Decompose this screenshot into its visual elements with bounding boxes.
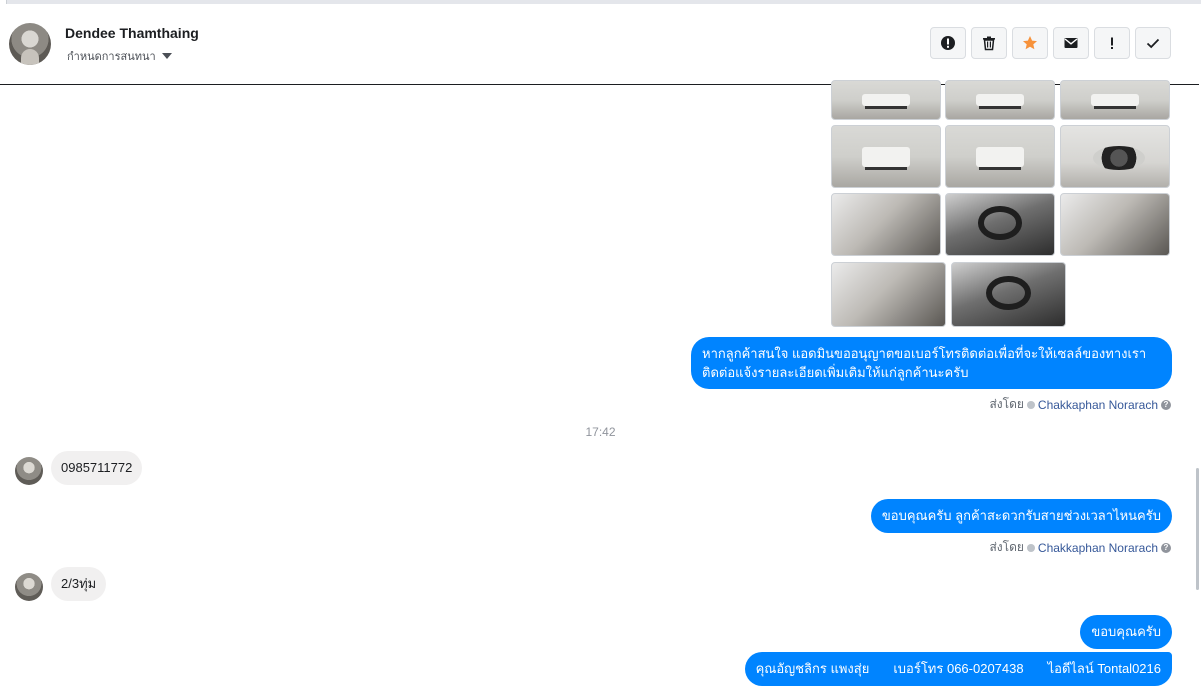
contact-avatar[interactable] xyxy=(9,23,51,65)
vehicle-photo[interactable] xyxy=(831,193,941,256)
conversation-label-text: กำหนดการสนทนา xyxy=(67,51,156,63)
phone-number-text: เบอร์โทร 066-0207438 xyxy=(893,661,1024,676)
vehicle-photo[interactable] xyxy=(945,125,1055,188)
agent-link[interactable]: Chakkaphan Norarach xyxy=(1038,398,1158,412)
sent-by-info: ส่งโดย Chakkaphan Norarach ? xyxy=(989,538,1171,557)
envelope-icon xyxy=(1064,38,1078,48)
incoming-message[interactable]: 2/3ทุ่ม xyxy=(51,567,107,601)
verified-icon xyxy=(1026,400,1035,409)
vehicle-photo[interactable] xyxy=(1060,125,1170,188)
message-line: ติดต่อแจ้งรายละเอียดเพิ่มเติมให้แก่ลูกค้… xyxy=(702,365,969,380)
outgoing-message[interactable]: คุณอัญชลิกร แพงสุ่ย เบอร์โทร 066-0207438… xyxy=(744,652,1172,686)
help-icon[interactable]: ? xyxy=(1161,399,1171,410)
agent-link[interactable]: Chakkaphan Norarach xyxy=(1038,541,1158,555)
message-thread[interactable]: หากลูกค้าสนใจ แอดมินขออนุญาตขอเบอร์โทรติ… xyxy=(0,80,1201,697)
alert-circle-icon xyxy=(941,36,955,50)
conversation-header: Dendee Thamthaing กำหนดการสนทนา xyxy=(0,4,1199,85)
conversation-toolbar xyxy=(930,27,1171,59)
sent-by-info: ส่งโดย Chakkaphan Norarach ? xyxy=(989,395,1171,414)
vehicle-photo[interactable] xyxy=(1060,80,1170,120)
spam-button[interactable] xyxy=(930,27,966,59)
message-timestamp: 17:42 xyxy=(585,425,616,439)
caret-down-icon xyxy=(161,53,172,59)
mark-unread-button[interactable] xyxy=(1053,27,1089,59)
done-button[interactable] xyxy=(1135,27,1171,59)
vehicle-photo[interactable] xyxy=(831,80,941,120)
contact-name-text: คุณอัญชลิกร แพงสุ่ย xyxy=(755,661,870,676)
star-button[interactable] xyxy=(1012,27,1048,59)
conversation-label-dropdown[interactable]: กำหนดการสนทนา xyxy=(67,47,172,65)
outgoing-message[interactable]: ขอบคุณครับ ลูกค้าสะดวกรับสายช่วงเวลาไหนค… xyxy=(870,499,1172,533)
verified-icon xyxy=(1026,543,1035,552)
line-id-text: ไอดีไลน์ Tontal0216 xyxy=(1047,661,1161,676)
scrollbar-thumb[interactable] xyxy=(1196,468,1199,590)
important-button[interactable] xyxy=(1094,27,1130,59)
incoming-message[interactable]: 0985711772 xyxy=(51,451,143,485)
vehicle-photo[interactable] xyxy=(831,262,946,327)
vehicle-photo[interactable] xyxy=(951,262,1066,327)
vehicle-photo[interactable] xyxy=(1060,193,1170,256)
sender-avatar[interactable] xyxy=(15,457,43,485)
vehicle-photo[interactable] xyxy=(945,193,1055,256)
vehicle-photo[interactable] xyxy=(945,80,1055,120)
delete-button[interactable] xyxy=(971,27,1007,59)
trash-icon xyxy=(983,36,995,51)
sender-avatar[interactable] xyxy=(15,573,43,601)
vehicle-photo[interactable] xyxy=(831,125,941,188)
exclamation-icon xyxy=(1111,37,1113,49)
outgoing-message[interactable]: หากลูกค้าสนใจ แอดมินขออนุญาตขอเบอร์โทรติ… xyxy=(691,337,1172,389)
scrollbar-track[interactable] xyxy=(1194,85,1200,697)
outgoing-message[interactable]: ขอบคุณครับ xyxy=(1080,615,1172,649)
sent-by-label: ส่งโดย xyxy=(989,397,1024,411)
contact-name[interactable]: Dendee Thamthaing xyxy=(65,25,199,41)
help-icon[interactable]: ? xyxy=(1161,542,1171,553)
sent-by-label: ส่งโดย xyxy=(989,540,1024,554)
message-line: หากลูกค้าสนใจ แอดมินขออนุญาตขอเบอร์โทรติ… xyxy=(702,346,1147,361)
star-icon xyxy=(1023,36,1037,50)
check-icon xyxy=(1146,38,1160,49)
